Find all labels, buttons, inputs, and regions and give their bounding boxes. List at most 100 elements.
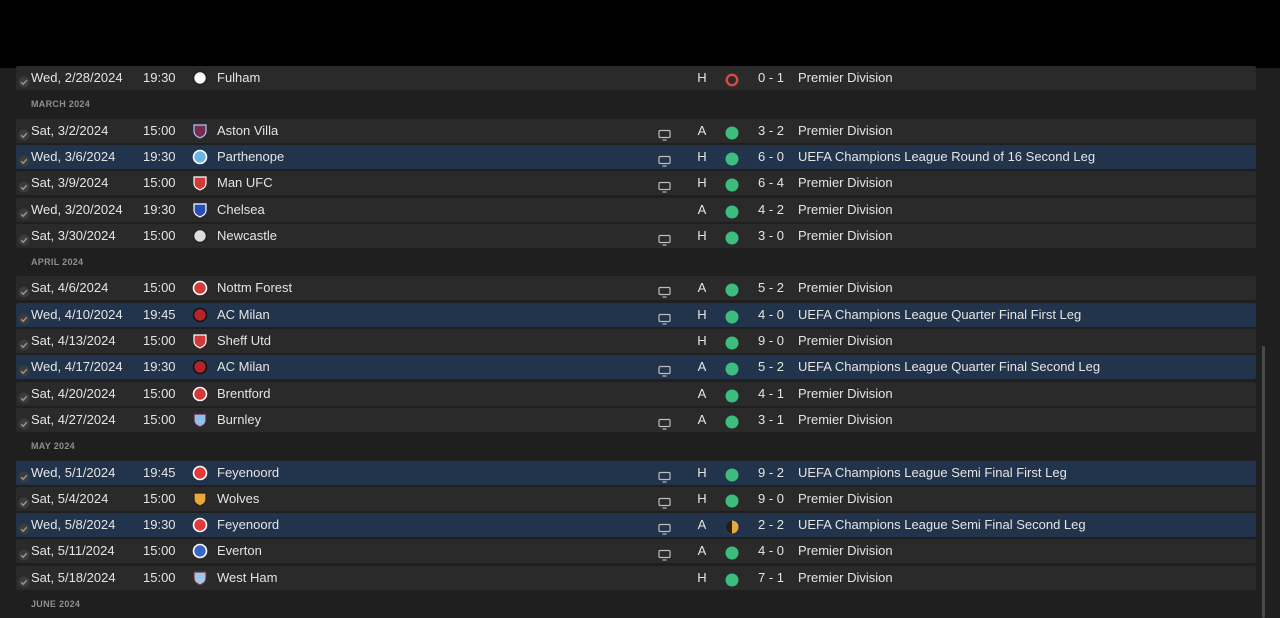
fixture-row[interactable]: Sat, 3/9/2024 15:00 Man UFC H 6 - 4 Premier D… — [16, 171, 1256, 196]
fixture-row[interactable]: Sat, 4/6/2024 15:00 Nottm Forest A 5 - 2 Prem… — [16, 276, 1256, 301]
score[interactable]: 2 - 2 — [756, 513, 786, 537]
tv-icon — [658, 177, 671, 193]
competition[interactable]: Premier Division — [798, 382, 893, 406]
fixture-row[interactable]: Wed, 5/8/2024 19:30 Feyenoord A 2 - 2 UEFA Ch… — [16, 513, 1256, 538]
score[interactable]: 4 - 2 — [756, 198, 786, 222]
venue: A — [697, 122, 707, 138]
opponent-name[interactable]: Newcastle — [217, 224, 277, 248]
fixture-row[interactable]: Sat, 3/2/2024 15:00 Aston Villa A 3 - 2 Premi… — [16, 118, 1256, 143]
venue: H — [697, 569, 707, 585]
opponent-name[interactable]: Feyenoord — [217, 461, 279, 485]
result-win-icon — [725, 466, 739, 481]
venue: H — [697, 70, 707, 85]
check-icon — [18, 125, 30, 141]
opponent-name[interactable]: Everton — [217, 539, 262, 563]
score[interactable]: 3 - 0 — [756, 224, 786, 248]
score[interactable]: 7 - 1 — [756, 566, 786, 590]
opponent-name[interactable]: Chelsea — [217, 198, 265, 222]
fixture-row[interactable]: Sat, 4/27/2024 15:00 Burnley A 3 - 1 Premier … — [16, 407, 1256, 432]
venue: A — [697, 411, 707, 427]
fixture-row[interactable]: Sat, 4/20/2024 15:00 Brentford A 4 - 1 Premie… — [16, 381, 1256, 406]
fixture-row[interactable]: Wed, 3/20/2024 19:30 Chelsea A 4 - 2 Premier … — [16, 197, 1256, 222]
competition[interactable]: Premier Division — [798, 329, 893, 353]
opponent-name[interactable]: West Ham — [217, 566, 277, 590]
competition[interactable]: UEFA Champions League Quarter Final Firs… — [798, 303, 1081, 327]
competition[interactable]: Premier Division — [798, 198, 893, 222]
fixture-row[interactable]: Sat, 3/30/2024 15:00 Newcastle H 3 - 0 Premie… — [16, 223, 1256, 248]
opponent-name[interactable]: Burnley — [217, 408, 261, 432]
competition[interactable]: Premier Division — [798, 224, 893, 248]
kickoff-time: 15:00 — [143, 569, 176, 585]
score[interactable]: 9 - 0 — [756, 487, 786, 511]
match-date: Sat, 4/20/2024 — [31, 385, 116, 401]
competition[interactable]: UEFA Champions League Semi Final Second … — [798, 513, 1086, 537]
opponent-name[interactable]: Parthenope — [217, 145, 284, 169]
tv-icon — [658, 309, 671, 325]
opponent-name[interactable]: AC Milan — [217, 355, 270, 379]
opponent-name[interactable]: Sheff Utd — [217, 329, 271, 353]
score[interactable]: 4 - 1 — [756, 382, 786, 406]
match-date: Sat, 4/13/2024 — [31, 333, 116, 348]
opponent-name[interactable]: Aston Villa — [217, 119, 278, 143]
opponent-name[interactable]: Feyenoord — [217, 513, 279, 537]
fixture-row[interactable]: Wed, 3/6/2024 19:30 Parthenope H 6 - 0 UEFA C… — [16, 144, 1256, 169]
competition[interactable]: Premier Division — [798, 539, 893, 563]
score[interactable]: 3 - 1 — [756, 408, 786, 432]
venue: H — [697, 148, 707, 164]
result-win-icon — [725, 492, 739, 508]
competition[interactable]: Premier Division — [798, 119, 893, 143]
fixture-row[interactable]: Wed, 2/28/2024 19:30 Fulham H 0 - 1 Premier D… — [16, 66, 1256, 90]
opponent-name[interactable]: Wolves — [217, 487, 259, 511]
fixture-row[interactable]: Sat, 5/4/2024 15:00 Wolves H 9 - 0 Premier Di… — [16, 486, 1256, 511]
opponent-name[interactable]: Fulham — [217, 66, 260, 90]
score[interactable]: 6 - 0 — [756, 145, 786, 169]
club-crest-icon — [192, 543, 208, 559]
check-icon — [18, 177, 30, 193]
score[interactable]: 4 - 0 — [756, 539, 786, 563]
competition[interactable]: Premier Division — [798, 66, 893, 90]
club-crest-icon — [192, 228, 208, 244]
check-icon — [18, 467, 30, 482]
competition[interactable]: Premier Division — [798, 276, 893, 300]
club-crest-icon — [192, 386, 208, 402]
tv-icon — [658, 467, 671, 483]
opponent-name[interactable]: Brentford — [217, 382, 270, 406]
fixture-row[interactable]: Sat, 5/18/2024 15:00 West Ham H 7 - 1 Premier… — [16, 565, 1256, 590]
venue: H — [697, 333, 707, 348]
score[interactable]: 5 - 2 — [756, 355, 786, 379]
check-icon — [18, 361, 30, 377]
kickoff-time: 15:00 — [143, 385, 176, 401]
match-date: Sat, 4/27/2024 — [31, 411, 116, 427]
fixture-row[interactable]: Sat, 5/11/2024 15:00 Everton A 4 - 0 Premier … — [16, 539, 1256, 564]
result-win-icon — [725, 308, 739, 324]
opponent-name[interactable]: Man UFC — [217, 171, 273, 195]
competition[interactable]: UEFA Champions League Round of 16 Second… — [798, 145, 1095, 169]
competition[interactable]: Premier Division — [798, 487, 893, 511]
score[interactable]: 6 - 4 — [756, 171, 786, 195]
fixture-row[interactable]: Sat, 4/13/2024 15:00 Sheff Utd H 9 - 0 Premie… — [16, 329, 1256, 353]
venue: H — [697, 490, 707, 506]
month-header: MAY 2024 — [31, 441, 75, 452]
score[interactable]: 3 - 2 — [756, 119, 786, 143]
competition[interactable]: UEFA Champions League Quarter Final Seco… — [798, 355, 1100, 379]
competition[interactable]: Premier Division — [798, 566, 893, 590]
tv-icon — [658, 151, 671, 167]
check-icon — [18, 230, 30, 246]
fixture-row[interactable]: Wed, 4/17/2024 19:30 AC Milan A 5 - 2 UEFA Ch… — [16, 355, 1256, 380]
scrollbar[interactable] — [1262, 346, 1265, 618]
score[interactable]: 9 - 2 — [756, 461, 786, 485]
venue: A — [697, 385, 707, 401]
match-date: Wed, 3/6/2024 — [31, 148, 116, 164]
kickoff-time: 19:30 — [143, 517, 176, 533]
opponent-name[interactable]: Nottm Forest — [217, 276, 292, 300]
fixture-row[interactable]: Wed, 4/10/2024 19:45 AC Milan H 4 - 0 UEFA Ch… — [16, 302, 1256, 327]
competition[interactable]: Premier Division — [798, 171, 893, 195]
opponent-name[interactable]: AC Milan — [217, 303, 270, 327]
score[interactable]: 5 - 2 — [756, 276, 786, 300]
competition[interactable]: Premier Division — [798, 408, 893, 432]
fixture-row[interactable]: Wed, 5/1/2024 19:45 Feyenoord H 9 - 2 UEFA Ch… — [16, 460, 1256, 485]
score[interactable]: 0 - 1 — [756, 66, 786, 90]
score[interactable]: 4 - 0 — [756, 303, 786, 327]
competition[interactable]: UEFA Champions League Semi Final First L… — [798, 461, 1067, 485]
score[interactable]: 9 - 0 — [756, 329, 786, 353]
